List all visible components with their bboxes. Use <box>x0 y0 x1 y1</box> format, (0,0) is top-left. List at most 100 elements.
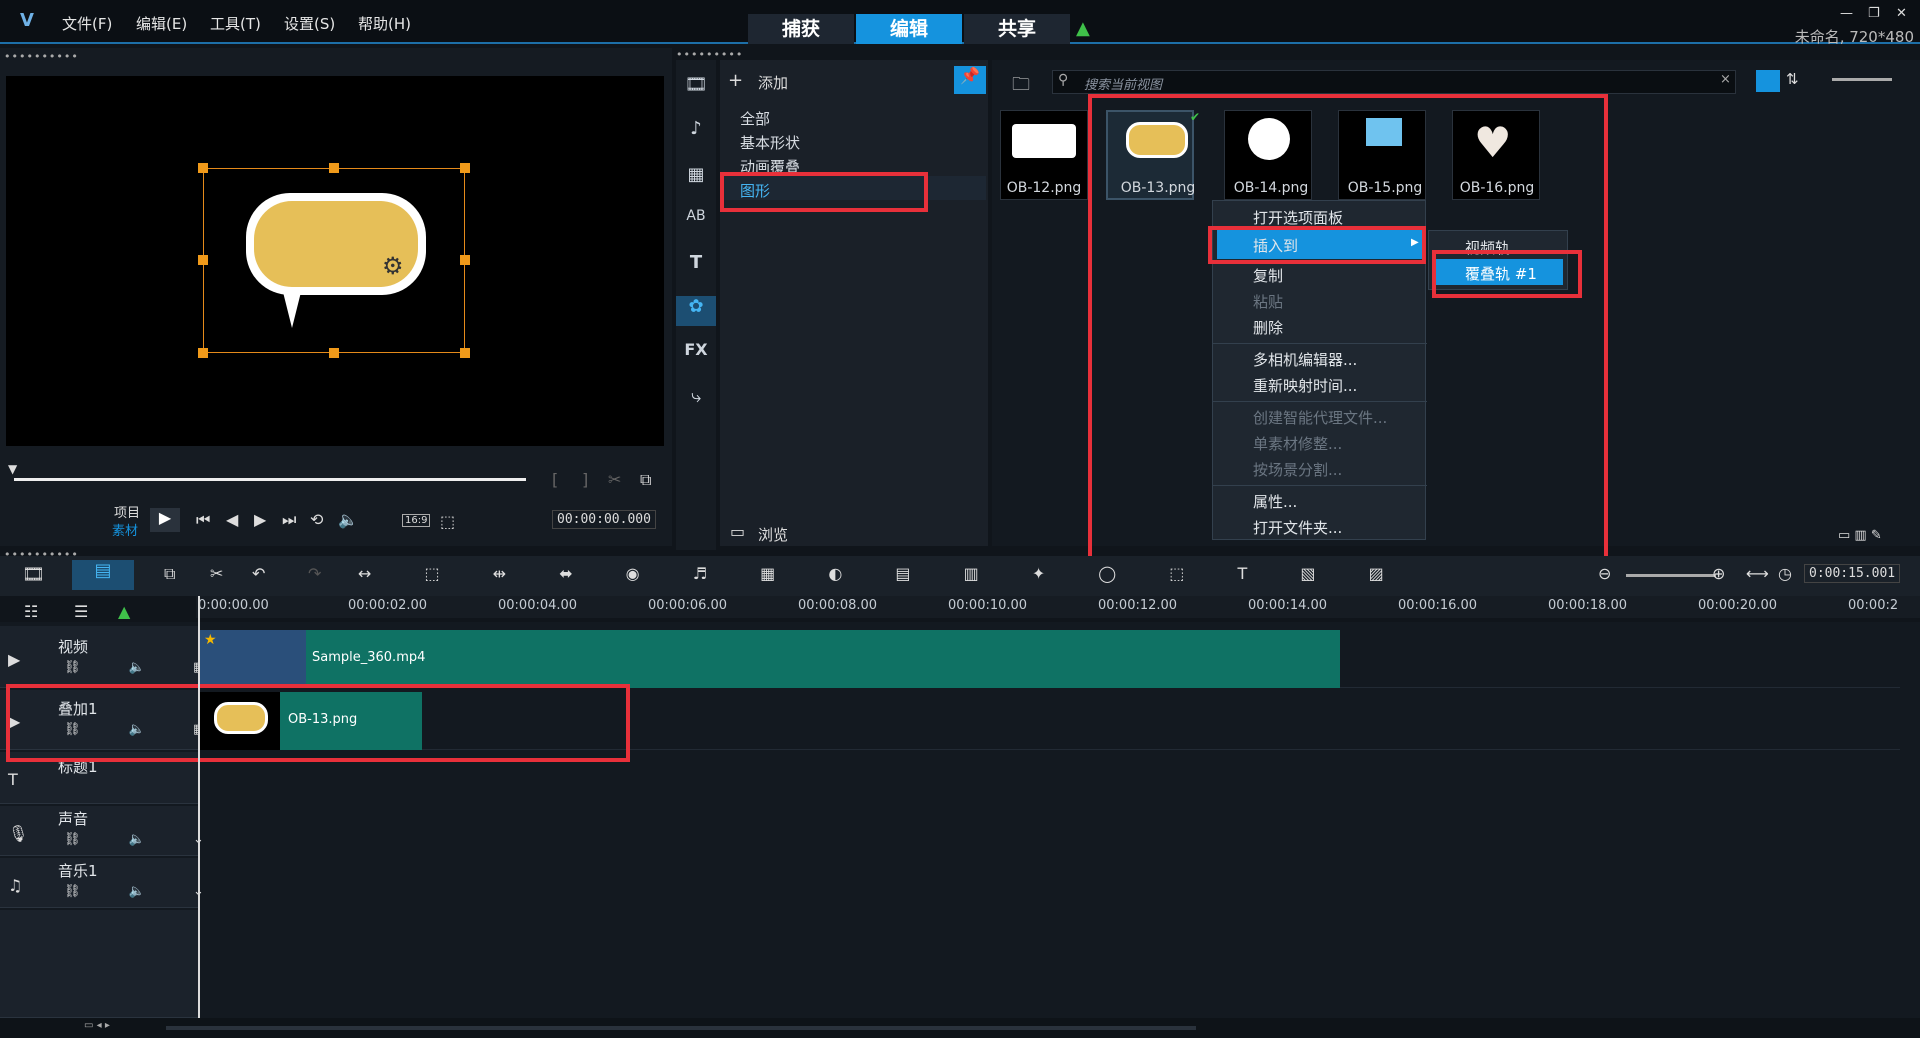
minimize-icon[interactable]: — <box>1840 6 1853 21</box>
toolbar-icons[interactable]: ↔ ⬚ ⇹ ⬌ ◉ ♬ ▦ ◐ ▤ ▥ ✦ ◯ ⬚ T ▧ ▨ <box>358 564 1408 583</box>
ruler-label: 00:00:06.00 <box>648 598 728 613</box>
resize-options-icon[interactable]: ⬚ <box>440 512 455 531</box>
category-all[interactable]: 全部 <box>740 108 770 129</box>
scrubber-icon[interactable]: ▼ <box>8 462 17 476</box>
browse-button[interactable]: 浏览 <box>758 524 788 545</box>
search-input[interactable]: 搜索当前视图 <box>1084 74 1162 93</box>
app-logo-icon: V <box>20 10 34 31</box>
sort-icon[interactable]: ⇅ <box>1786 70 1799 88</box>
folder-icon[interactable]: 🗀 <box>1012 72 1030 102</box>
home-icon[interactable]: ⏮ <box>196 510 210 530</box>
resize-handle[interactable] <box>198 348 208 358</box>
menu-file[interactable]: 文件(F) <box>62 13 112 34</box>
title-ab-icon[interactable]: AB <box>676 208 716 238</box>
scissors-icon[interactable]: ✂ <box>608 470 621 489</box>
list-view-icon[interactable] <box>1756 70 1780 92</box>
end-icon[interactable]: ⏭ <box>282 510 296 530</box>
prev-frame-icon[interactable]: ◀ <box>226 510 238 529</box>
tab-capture[interactable]: 捕获 <box>748 14 854 44</box>
close-icon[interactable]: ✕ <box>1896 6 1907 21</box>
media-icon[interactable]: 🎞 <box>676 74 716 104</box>
enlarge-icon[interactable]: ⧉ <box>640 470 651 490</box>
category-basic-shapes[interactable]: 基本形状 <box>740 132 800 153</box>
resize-handle[interactable] <box>460 255 470 265</box>
path-icon[interactable]: ⤷ <box>676 386 716 416</box>
browse-icon[interactable]: ▭ <box>730 522 745 541</box>
project-info: 未命名, 720*480 <box>1794 28 1914 46</box>
upload-icon[interactable]: ▲ <box>1076 18 1090 39</box>
ruler-label: 00:00:12.00 <box>1098 598 1178 613</box>
thumbnail-image <box>1012 124 1076 158</box>
ripple-icon[interactable]: ☰ <box>74 602 88 621</box>
add-category-button[interactable]: 添加 <box>758 72 788 93</box>
track-manager-icon[interactable]: ⧉ <box>164 564 175 584</box>
add-marker-icon[interactable]: ▲ <box>118 602 130 621</box>
track-controls[interactable]: ⛓ 🔈 ⌄ <box>64 884 226 899</box>
resize-handle[interactable] <box>198 163 208 173</box>
ruler-label: 00:00:18.00 <box>1548 598 1628 613</box>
thumb-size-slider[interactable] <box>1832 78 1892 81</box>
resize-handle[interactable] <box>329 163 339 173</box>
voice-track-icon: 🎙 <box>8 824 29 843</box>
track-controls[interactable]: ⛓ 🔈 ⌄ <box>64 832 226 847</box>
ruler-label: 00:00:10.00 <box>948 598 1028 613</box>
track-header-voice[interactable] <box>0 806 198 856</box>
menu-edit[interactable]: 编辑(E) <box>136 13 187 34</box>
tools-icon[interactable]: ✂ <box>210 564 223 583</box>
clip-video[interactable]: ★ Sample_360.mp4 <box>200 630 1340 688</box>
zoom-slider[interactable] <box>1626 574 1716 577</box>
zoom-in-icon[interactable]: ⊕ <box>1712 564 1725 583</box>
track-header-music[interactable] <box>0 858 198 908</box>
add-icon[interactable]: + <box>728 70 743 91</box>
undo-icon[interactable]: ↶ <box>252 564 265 583</box>
selection-box[interactable] <box>203 168 465 353</box>
mark-out-icon[interactable]: ] <box>582 470 588 489</box>
play-button[interactable]: ▶ <box>150 508 180 532</box>
mode-project-label[interactable]: 项目 <box>114 502 140 521</box>
title-icon[interactable]: T <box>676 252 716 282</box>
clear-search-icon[interactable]: × <box>1720 72 1731 87</box>
track-header-empty <box>0 910 198 1018</box>
timeline-duration: 0:00:15.001 <box>1804 564 1901 583</box>
resize-handle[interactable] <box>329 348 339 358</box>
tab-edit[interactable]: 编辑 <box>856 14 962 44</box>
mode-clip-label[interactable]: 素材 <box>112 520 138 539</box>
menu-settings[interactable]: 设置(S) <box>284 13 335 34</box>
fx-icon[interactable]: FX <box>676 340 716 370</box>
playhead[interactable] <box>198 596 200 1018</box>
mark-in-icon[interactable]: [ <box>552 470 558 489</box>
track-header-video[interactable] <box>0 626 198 688</box>
title-track-icon: T <box>8 770 18 789</box>
timeline-view-icon[interactable]: ▤ <box>72 560 134 590</box>
restore-icon[interactable]: ❐ <box>1868 6 1880 21</box>
fit-icon[interactable]: ⟷ <box>1746 564 1769 583</box>
track-options-icon[interactable]: ☷ <box>24 602 38 621</box>
next-frame-icon[interactable]: ▶ <box>254 510 266 529</box>
track-name-video: 视频 <box>58 638 89 656</box>
menu-tools[interactable]: 工具(T) <box>210 13 261 34</box>
instant-project-icon[interactable]: ♪ <box>676 118 716 148</box>
pin-icon[interactable]: 📌 <box>954 66 986 94</box>
scrub-bar[interactable] <box>14 478 526 481</box>
resize-handle[interactable] <box>198 255 208 265</box>
repeat-icon[interactable]: ⟲ <box>310 510 323 529</box>
zoom-out-icon[interactable]: ⊖ <box>1598 564 1611 583</box>
timeline-ruler[interactable] <box>196 596 1920 618</box>
storyboard-view-icon[interactable]: 🎞 <box>22 564 45 585</box>
tab-share[interactable]: 共享 <box>964 14 1070 44</box>
resize-handle[interactable] <box>460 348 470 358</box>
menu-help[interactable]: 帮助(H) <box>358 13 411 34</box>
transition-icon[interactable]: ▦ <box>676 164 716 194</box>
horizontal-scrollbar[interactable] <box>166 1026 1196 1030</box>
thumbnail-label: OB-12.png <box>1006 180 1082 196</box>
volume-icon[interactable]: 🔈 <box>338 510 358 529</box>
clip-label-video: Sample_360.mp4 <box>312 650 426 665</box>
resize-handle[interactable] <box>460 163 470 173</box>
timecode-display[interactable]: 00:00:00.000 <box>552 510 656 529</box>
view-mode-icons[interactable]: ▭ ▥ ✎ <box>1838 528 1882 543</box>
bottom-controls[interactable]: ▭ ◂ ▸ <box>84 1020 110 1031</box>
aspect-ratio-button[interactable]: 16:9 <box>402 514 431 527</box>
redo-icon[interactable]: ↷ <box>308 564 321 583</box>
graphics-icon[interactable]: ✿ <box>676 296 716 326</box>
panel-grip[interactable]: •••••••••• <box>4 50 79 63</box>
